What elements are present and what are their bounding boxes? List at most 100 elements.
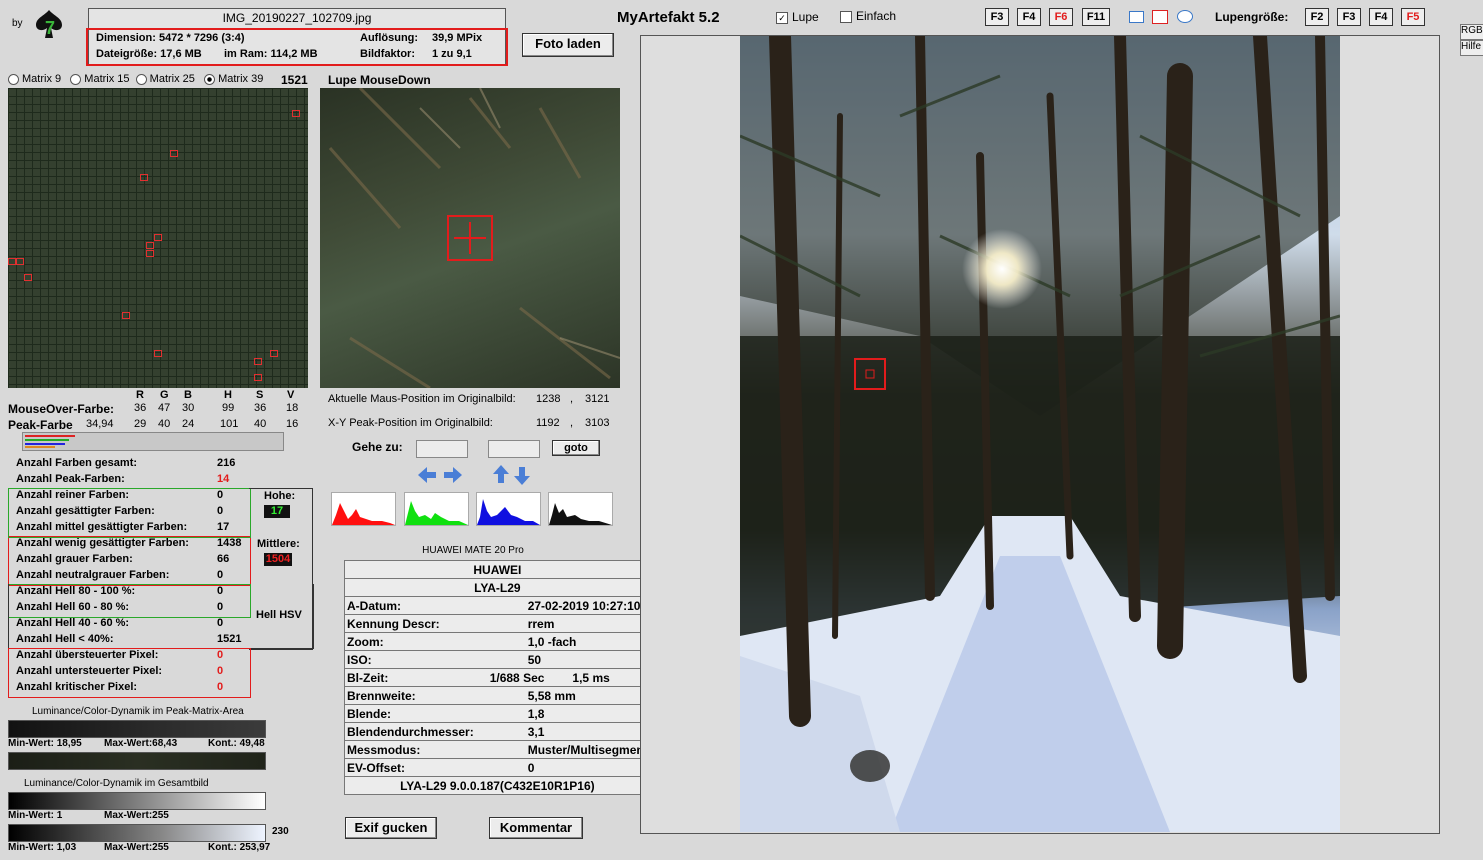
fkey-f4[interactable]: F4 [1017, 8, 1041, 26]
peak-marker [254, 374, 262, 381]
dynamik-gesamt-min-2: Min-Wert: 1,03 [8, 842, 77, 853]
mittlere-value: 1504 [264, 553, 292, 566]
foto-laden-button[interactable]: Foto laden [522, 33, 614, 57]
peak-h: 101 [220, 418, 239, 430]
side-tab-hilfe[interactable]: Hilfe [1460, 40, 1483, 56]
file-ram: im Ram: 114,2 MB [224, 48, 318, 60]
exif-value-cell: 0 [475, 758, 651, 777]
dynamik-gesamt-max: Max-Wert:255 [104, 810, 169, 821]
goto-button[interactable]: goto [552, 440, 600, 456]
histogram-luminance [548, 492, 613, 526]
mouseover-label: MouseOver-Farbe: [8, 402, 115, 416]
exif-value: Muster/Multisegment [527, 742, 648, 757]
dynamik-gesamt-side: 230 [272, 826, 289, 837]
exif-label: Blende: [343, 704, 476, 723]
peak-matrix-grid[interactable] [8, 88, 308, 388]
lupe-f3[interactable]: F3 [1337, 8, 1361, 26]
exif-row: Messmodus: Muster/Multisegment [343, 740, 651, 759]
color-header-s: S [256, 389, 264, 401]
exif-value: 3,1 [527, 724, 545, 739]
file-aufloesung: 39,9 MPix [432, 32, 483, 44]
main-photo[interactable] [740, 36, 1340, 832]
color-header-b: B [184, 389, 192, 401]
lupe-f2[interactable]: F2 [1305, 8, 1329, 26]
exif-gucken-button[interactable]: Exif gucken [345, 817, 437, 839]
kommentar-button[interactable]: Kommentar [489, 817, 583, 839]
exif-value: 1,8 [527, 706, 545, 721]
peak-v: 16 [286, 418, 299, 430]
exif-value: LYA-L29 [344, 578, 651, 597]
exif-row: Bl-Zeit: 1/688 Sec 1,5 ms [343, 668, 651, 687]
camera-header: HUAWEI MATE 20 Pro [422, 545, 524, 556]
peak-s: 40 [254, 418, 267, 430]
mouseover-v: 18 [286, 402, 299, 414]
peak-marker [8, 258, 16, 265]
exif-value-2: 1,5 ms [572, 670, 610, 685]
square-blue-icon[interactable] [1129, 11, 1144, 23]
peak-b: 24 [182, 418, 195, 430]
radio-matrix-25[interactable]: Matrix 25 [135, 73, 195, 85]
fkey-f11[interactable]: F11 [1082, 8, 1110, 26]
hoehe-label: Hohe: [264, 490, 296, 502]
mouseover-b: 30 [182, 402, 195, 414]
radio-matrix-9[interactable]: Matrix 9 [8, 73, 61, 85]
exif-row: HUAWEI [344, 560, 651, 579]
lupe-image[interactable] [320, 88, 620, 388]
mouseover-s: 36 [254, 402, 267, 414]
maus-position-y: 3121 [585, 393, 610, 405]
exif-row: EV-Offset: 0 [343, 758, 651, 777]
einfach-checkbox[interactable]: Einfach [840, 9, 896, 23]
maus-position-label: Aktuelle Maus-Position im Originalbild: [328, 393, 516, 405]
fkey-f3[interactable]: F3 [985, 8, 1009, 26]
goto-y-input[interactable] [488, 440, 540, 458]
peak-marker [154, 350, 162, 357]
goto-x-input[interactable] [416, 440, 468, 458]
dynamik-peak-bar-2 [8, 752, 266, 770]
exif-value: HUAWEI [344, 560, 651, 579]
lupe-checkbox[interactable]: ✓ Lupe [776, 10, 819, 24]
arrow-left-icon[interactable] [418, 467, 436, 483]
fkey-f6[interactable]: F6 [1049, 8, 1073, 26]
peak-r: 29 [134, 418, 147, 430]
exif-row: Kennung Descr: rrem [343, 614, 651, 633]
stat-value: 216 [217, 457, 236, 469]
radio-matrix-15[interactable]: Matrix 15 [70, 73, 130, 85]
lupe-f4[interactable]: F4 [1369, 8, 1393, 26]
exif-value-cell: 1,0 -fach [475, 632, 651, 651]
color-header-v: V [287, 389, 295, 401]
arrow-down-icon[interactable] [514, 467, 530, 485]
checkbox-empty-icon [840, 10, 852, 23]
exif-row: Blende: 1,8 [343, 704, 651, 723]
peak-g: 40 [158, 418, 171, 430]
arrow-up-icon[interactable] [493, 465, 509, 483]
lupe-f5[interactable]: F5 [1401, 8, 1425, 26]
dynamik-peak-max: Max-Wert:68,43 [104, 738, 178, 749]
matrix-count: 1521 [281, 73, 308, 87]
exif-value-cell: 27-02-2019 10:27:10 [475, 596, 651, 615]
radio-matrix-39[interactable]: Matrix 39 [204, 73, 263, 85]
peak-marker [140, 174, 148, 181]
peak-marker [146, 242, 154, 249]
exif-value: 1/688 Sec [489, 670, 545, 685]
peak-marker [146, 250, 154, 257]
exif-value-cell: Muster/Multisegment [475, 740, 651, 759]
exif-value-cell: 1,8 [475, 704, 651, 723]
app-title: MyArtefakt 5.2 [617, 9, 720, 26]
peak-marker [122, 312, 130, 319]
circle-icon[interactable] [1177, 10, 1193, 23]
exif-label: A-Datum: [343, 596, 476, 615]
side-tab-rgb[interactable]: RGB [1460, 24, 1483, 40]
lupe-title: Lupe MouseDown [328, 73, 431, 87]
arrow-right-icon[interactable] [444, 467, 462, 483]
exif-value-cell: 50 [475, 650, 651, 669]
exif-row: Blendendurchmesser: 3,1 [343, 722, 651, 741]
square-red-icon[interactable] [1152, 10, 1168, 24]
exif-row: LYA-L29 [344, 578, 651, 597]
peak-marker [154, 234, 162, 241]
exif-label: Zoom: [343, 632, 476, 651]
file-bildfaktor: 1 zu 9,1 [432, 48, 472, 60]
dynamik-gesamt-kont: Kont.: 253,97 [208, 842, 271, 853]
exif-row: Zoom: 1,0 -fach [343, 632, 651, 651]
file-size: Dateigröße: 17,6 MB [96, 48, 202, 60]
mouseover-g: 47 [158, 402, 171, 414]
